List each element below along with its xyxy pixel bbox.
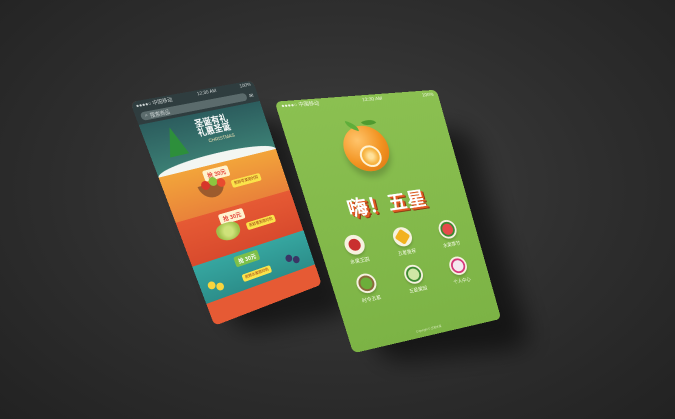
category-item[interactable]: 五星果园 (390, 261, 438, 297)
pomegranate-icon (342, 233, 368, 257)
cucumber-icon (401, 263, 426, 286)
battery-text: 100% (421, 91, 435, 99)
brand-title: 嗨！五星 (344, 188, 430, 221)
category-item[interactable]: 水果王国 (330, 232, 382, 268)
category-label: 五星果园 (408, 285, 429, 295)
grapes-icon (213, 219, 243, 244)
category-label: 水果季节 (442, 240, 462, 250)
promo-cta[interactable]: 新鲜水果限时购 (241, 265, 273, 283)
category-label: 个人中心 (453, 276, 472, 286)
search-icon: ⌕ (143, 112, 150, 120)
kiwi-icon (354, 271, 380, 295)
category-label: 时令五星 (361, 294, 383, 305)
search-placeholder: 搜索商品 (148, 108, 171, 119)
category-item[interactable]: 个人中心 (436, 253, 482, 287)
category-label: 水果王国 (349, 256, 371, 266)
starfruit-icon (390, 225, 415, 248)
dragonfruit-icon (446, 255, 469, 277)
christmas-tree-icon (159, 125, 190, 158)
category-item[interactable]: 时令五星 (342, 270, 393, 307)
category-item[interactable]: 五星推荐 (379, 224, 428, 259)
category-item[interactable]: 水果季节 (425, 217, 471, 251)
time-text: 12:30 AM (361, 95, 384, 103)
category-label: 五星推荐 (397, 248, 418, 258)
promo-cta[interactable]: 新鲜葡萄限时购 (245, 214, 277, 231)
status-bar: ●●●●○ 中国移动 12:30 AM 100% (275, 90, 439, 111)
watermelon-icon (436, 218, 459, 240)
message-icon[interactable]: ✉ (248, 92, 254, 99)
mockup-scene: ●●●●○ 中国移动 12:30 AM 100% ⌕ 搜索商品 ✉ 圣诞有礼 礼… (0, 0, 675, 419)
category-grid: 水果王国 五星推荐 水果季节 时令五星 五星果园 个人中心 (330, 217, 482, 307)
promo-tag: 抢 30元 (233, 249, 261, 268)
plum-icon (292, 255, 301, 265)
carrier-text: ●●●●○ 中国移动 (280, 100, 321, 110)
promo-cta[interactable]: 新鲜苹果限时购 (230, 172, 262, 188)
lemon-icon (215, 281, 226, 292)
